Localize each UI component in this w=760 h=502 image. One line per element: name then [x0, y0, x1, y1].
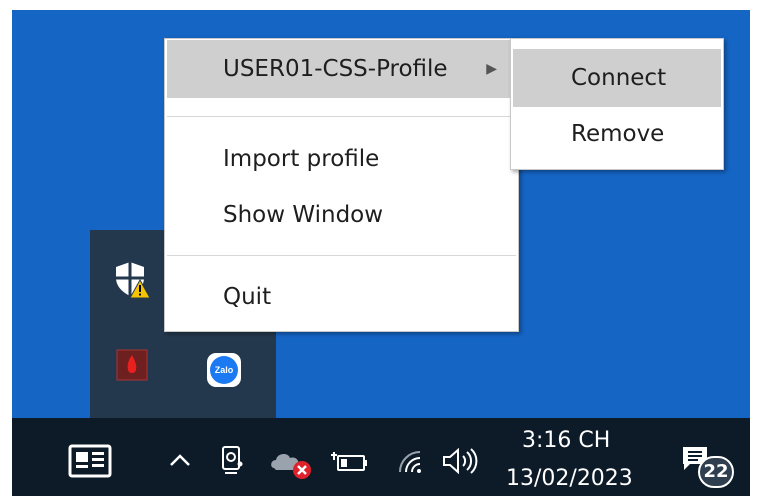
- submenu-item-remove-label: Remove: [571, 121, 665, 147]
- menu-item-import-label: Import profile: [223, 146, 380, 172]
- zalo-icon[interactable]: Zalo: [207, 353, 241, 387]
- battery-icon[interactable]: [330, 450, 370, 474]
- camera-icon[interactable]: [220, 444, 244, 476]
- speaker-icon[interactable]: [440, 446, 480, 476]
- submenu-item-remove[interactable]: Remove: [513, 105, 721, 163]
- menu-item-quit[interactable]: Quit: [167, 268, 516, 326]
- chevron-up-icon[interactable]: [169, 452, 191, 468]
- menu-separator: [167, 116, 516, 117]
- onedrive-error-icon[interactable]: [268, 448, 314, 480]
- menu-item-import-profile[interactable]: Import profile: [167, 130, 516, 188]
- menu-item-profile[interactable]: USER01-CSS-Profile ▶: [167, 40, 516, 98]
- taskbar-clock-date[interactable]: 13/02/2023: [506, 466, 633, 491]
- tray-context-menu: USER01-CSS-Profile ▶ Import profile Show…: [164, 38, 519, 332]
- submenu-item-connect-label: Connect: [571, 65, 667, 91]
- taskbar-clock-time[interactable]: 3:16 CH: [522, 428, 610, 453]
- menu-separator: [167, 255, 516, 256]
- notification-count-badge: 22: [698, 456, 734, 488]
- menu-item-show-window-label: Show Window: [223, 202, 384, 228]
- wifi-icon[interactable]: [396, 448, 426, 476]
- menu-item-quit-label: Quit: [223, 284, 272, 310]
- menu-item-show-window[interactable]: Show Window: [167, 186, 516, 244]
- submenu-arrow-icon: ▶: [486, 61, 497, 77]
- notification-center-button[interactable]: 22: [676, 442, 738, 494]
- menu-item-profile-label: USER01-CSS-Profile: [223, 56, 448, 82]
- security-warning-icon[interactable]: [114, 260, 156, 300]
- zalo-icon-label: Zalo: [210, 356, 238, 384]
- profile-submenu: Connect Remove: [510, 38, 724, 170]
- news-widget-icon[interactable]: [68, 444, 112, 478]
- taskbar: [12, 418, 750, 496]
- submenu-item-connect[interactable]: Connect: [513, 49, 721, 107]
- red-app-icon[interactable]: [116, 349, 148, 381]
